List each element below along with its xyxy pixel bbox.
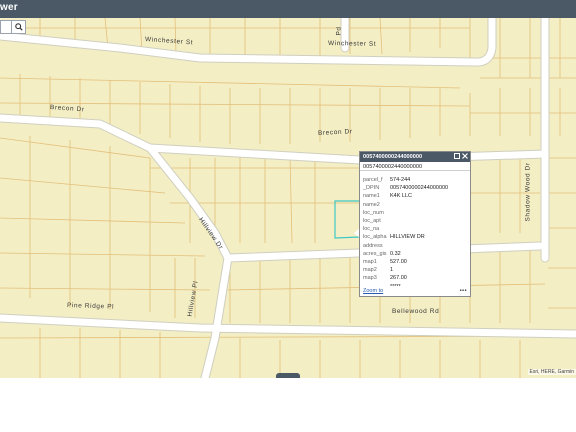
attr-value: 574-244 xyxy=(390,177,411,184)
attr-key: _DPIN xyxy=(363,185,380,192)
close-icon[interactable] xyxy=(462,153,468,159)
attr-key: loc_apt xyxy=(363,218,381,225)
zoom-to-link[interactable]: Zoom to xyxy=(363,288,383,294)
attr-key: loc_num xyxy=(363,209,384,216)
maximize-icon[interactable] xyxy=(454,153,460,159)
road-label-bellewood: Bellewood Rd xyxy=(392,308,440,315)
app-header: wer xyxy=(0,0,576,18)
map-view[interactable]: Winchester St Winchester St Brecon Dr Br… xyxy=(0,18,576,378)
attr-key: address xyxy=(363,242,383,249)
attr-row: parcel_f 574-244 xyxy=(363,176,467,184)
attr-key: map2 xyxy=(363,267,377,274)
search-icon xyxy=(14,18,23,36)
attribute-table: parcel_f 574-244 _DPIN 0057400000244000000… xyxy=(363,176,467,291)
attr-row: name1 K4K LLC xyxy=(363,192,467,200)
road-label-top-road: Pd xyxy=(335,26,343,36)
attr-key: map3 xyxy=(363,275,377,282)
attr-row: map2 1 xyxy=(363,266,467,274)
attr-row: loc_na xyxy=(363,225,467,233)
road-label-shadow-wood: Shadow Wood Dr xyxy=(524,162,532,222)
collapse-panel-tab[interactable] xyxy=(276,373,300,378)
attr-row: map1 527.00 xyxy=(363,258,467,266)
attr-value: HILLVIEW DR xyxy=(390,234,425,241)
attr-row: acres_gis 0.32 xyxy=(363,250,467,258)
attr-value: 1 xyxy=(390,267,394,274)
attr-row: loc_apt xyxy=(363,217,467,225)
attr-key: name1 xyxy=(363,193,380,200)
attr-key: loc_alpha xyxy=(363,234,387,241)
attr-value: 527.00 xyxy=(390,258,407,265)
road-label-winchester-2: Winchester St xyxy=(327,40,377,48)
attr-value: 267.00 xyxy=(390,275,407,282)
parcel-map[interactable] xyxy=(0,18,576,378)
attr-row: name2 xyxy=(363,201,467,209)
attr-key: map1 xyxy=(363,258,377,265)
popup-title: 0057400000244000000 xyxy=(363,154,423,160)
popup-header: 0057400000244000000 xyxy=(360,152,470,162)
attr-row: address xyxy=(363,242,467,250)
attr-row: _DPIN 0057400000244000000 xyxy=(363,184,467,192)
attr-row: loc_num xyxy=(363,209,467,217)
attr-row: map3 267.00 xyxy=(363,274,467,282)
attr-key: parcel_f xyxy=(363,177,383,184)
map-attribution: Esri, HERE, Garmin xyxy=(527,369,576,375)
popup-subtitle: 0057400002440000000 xyxy=(360,162,470,171)
popup-footer: Zoom to ••• xyxy=(363,287,467,294)
search-button[interactable] xyxy=(11,20,26,34)
roads xyxy=(0,18,576,378)
attr-row: loc_alpha HILLVIEW DR xyxy=(363,233,467,241)
app-title: wer xyxy=(0,2,18,13)
attr-value: 0057400000244000000 xyxy=(390,185,449,192)
parcel-popup: 0057400000244000000 0057400002440000000 … xyxy=(359,151,471,297)
attr-key: acres_gis xyxy=(363,250,387,257)
attr-key: name2 xyxy=(363,201,380,208)
attr-value: K4K LLC xyxy=(390,193,413,200)
attr-key: loc_na xyxy=(363,226,380,233)
attr-value: 0.32 xyxy=(390,250,401,257)
more-menu-button[interactable]: ••• xyxy=(460,288,467,294)
